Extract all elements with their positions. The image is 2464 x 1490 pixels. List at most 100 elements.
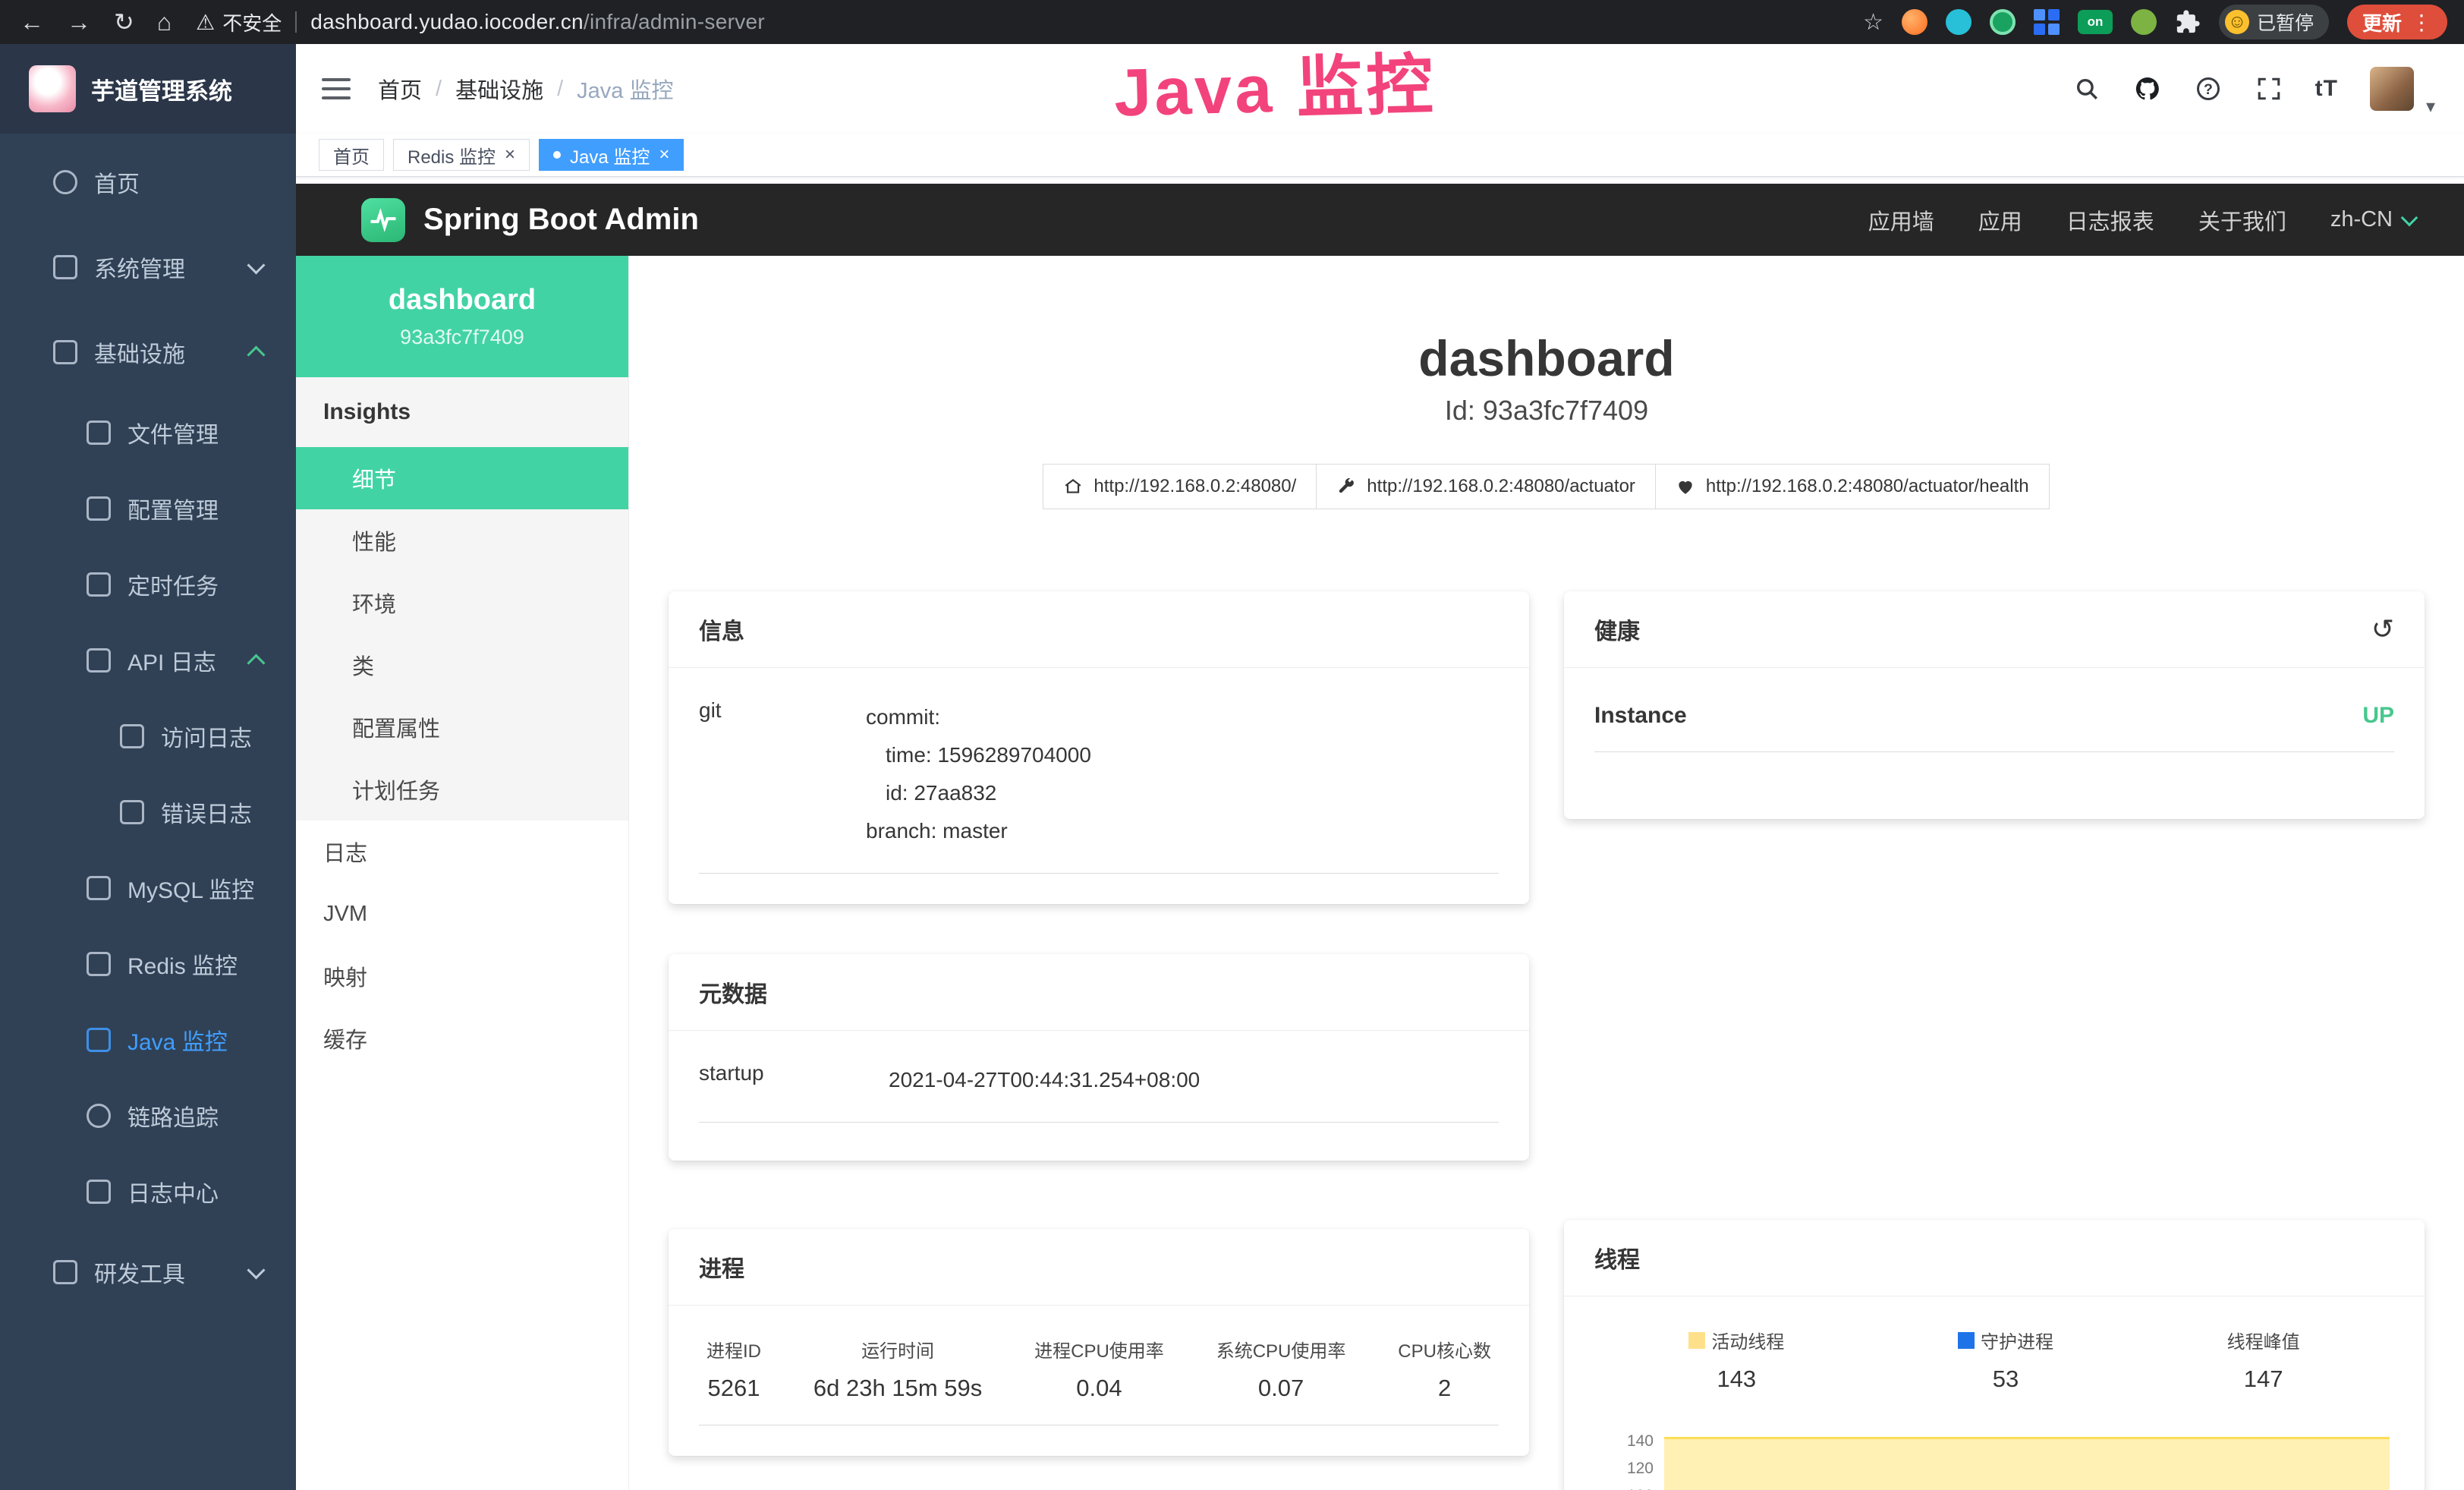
sidebar-item-infrastructure[interactable]: 基础设施	[0, 310, 296, 395]
sidebar-item-system-management[interactable]: 系统管理	[0, 225, 296, 310]
sidebar-item-environment[interactable]: 环境	[296, 572, 628, 634]
sidebar-item-config-props[interactable]: 配置属性	[296, 696, 628, 758]
drop-extension-icon[interactable]	[1946, 9, 1972, 35]
sidebar-item-java-monitor[interactable]: Java 监控	[0, 1002, 296, 1078]
forward-icon[interactable]: →	[67, 8, 91, 36]
sidebar-item-logs[interactable]: 日志	[296, 821, 628, 883]
app-logo: 芋道管理系统	[0, 44, 296, 134]
sidebar-item-label: Redis 监控	[127, 947, 238, 981]
sidebar-item-label: 研发工具	[94, 1255, 185, 1289]
dashboard-icon	[53, 170, 77, 194]
reload-icon[interactable]: ↻	[114, 8, 134, 36]
sba-brand-title: Spring Boot Admin	[423, 203, 699, 237]
sidebar-item-label: 访问日志	[161, 720, 252, 753]
sidebar-item-scheduled[interactable]: 计划任务	[296, 758, 628, 821]
process-stat-process-cpu: 进程CPU使用率 0.04	[1034, 1336, 1164, 1402]
sidebar-item-trace[interactable]: 链路追踪	[0, 1078, 296, 1154]
tab-label: Redis 监控	[408, 142, 496, 169]
extensions-puzzle-icon[interactable]	[2175, 9, 2201, 35]
annotation-java-monitor: Java 监控	[1112, 30, 1437, 135]
sidebar-item-config-management[interactable]: 配置管理	[0, 471, 296, 547]
sidebar-item-classes[interactable]: 类	[296, 634, 628, 696]
instance-id: 93a3fc7f7409	[400, 326, 524, 349]
sidebar-item-caches[interactable]: 缓存	[296, 1007, 628, 1069]
fox-extension-icon[interactable]	[1902, 9, 1927, 35]
sba-language-select[interactable]: zh-CN	[2330, 207, 2415, 232]
health-instance-row[interactable]: Instance UP	[1594, 703, 2394, 752]
mysql-monitor-icon	[87, 876, 111, 900]
tab-home[interactable]: 首页	[319, 139, 384, 171]
health-instance-label: Instance	[1594, 703, 1687, 729]
sba-brand[interactable]: Spring Boot Admin	[361, 198, 699, 242]
actuator-url-link[interactable]: http://192.168.0.2:48080/actuator	[1316, 464, 1656, 509]
instance-header[interactable]: dashboard 93a3fc7f7409	[296, 256, 628, 377]
sidebar-item-mappings[interactable]: 映射	[296, 945, 628, 1007]
warning-icon: ⚠	[196, 10, 215, 35]
home-icon	[1063, 477, 1083, 496]
chevron-down-icon	[247, 256, 265, 274]
java-monitor-icon	[87, 1028, 111, 1052]
breadcrumb-home[interactable]: 首页	[378, 73, 422, 105]
font-size-icon[interactable]: tT	[2315, 76, 2338, 102]
sidebar-item-devtools[interactable]: 研发工具	[0, 1230, 296, 1315]
hamburger-icon[interactable]	[322, 78, 351, 99]
update-label: 更新	[2362, 8, 2402, 36]
health-url-link[interactable]: http://192.168.0.2:48080/actuator/health	[1655, 464, 2050, 509]
info-value: commit: time: 1596289704000 id: 27aa832 …	[866, 698, 1499, 850]
back-icon[interactable]: ←	[20, 8, 44, 36]
breadcrumb: 首页 / 基础设施 / Java 监控	[378, 73, 673, 105]
sidebar-item-mysql-monitor[interactable]: MySQL 监控	[0, 850, 296, 926]
breadcrumb-infrastructure[interactable]: 基础设施	[455, 73, 543, 105]
sidebar-item-api-log[interactable]: API 日志	[0, 622, 296, 698]
security-chip[interactable]: ⚠ 不安全	[196, 8, 282, 36]
profile-paused-badge[interactable]: ☺ 已暂停	[2219, 5, 2329, 39]
page-title: dashboard	[629, 329, 2464, 388]
sidebar-item-scheduled-tasks[interactable]: 定时任务	[0, 547, 296, 622]
sidebar-item-label: 定时任务	[127, 568, 219, 601]
avatar[interactable]	[2370, 67, 2414, 111]
sba-nav-journal[interactable]: 日志报表	[2066, 204, 2154, 236]
wrench-icon	[1336, 477, 1356, 496]
sidebar-item-label: 系统管理	[94, 250, 185, 284]
sidebar-item-error-log[interactable]: 错误日志	[0, 774, 296, 850]
tab-java-monitor[interactable]: Java 监控 ×	[539, 139, 684, 171]
fullscreen-icon[interactable]	[2255, 74, 2283, 103]
tab-redis-monitor[interactable]: Redis 监控 ×	[393, 139, 530, 171]
main-content: dashboard Id: 93a3fc7f7409 http://192.16…	[629, 256, 2464, 1490]
sba-nav-applications[interactable]: 应用	[1978, 204, 2022, 236]
sidebar-item-label: 基础设施	[94, 335, 185, 369]
sidebar-item-access-log[interactable]: 访问日志	[0, 698, 296, 774]
sidebar-item-file-management[interactable]: 文件管理	[0, 395, 296, 471]
home-nav-icon[interactable]: ⌂	[157, 8, 172, 36]
help-icon[interactable]: ?	[2194, 74, 2223, 103]
health-card-title: 健康	[1594, 613, 1640, 646]
history-icon[interactable]: ↺	[2371, 616, 2394, 643]
more-menu-icon[interactable]: ⋮	[2411, 10, 2432, 35]
green-circle-extension-icon[interactable]	[1990, 9, 2016, 35]
sidebar-item-home[interactable]: 首页	[0, 140, 296, 225]
sidebar-item-details[interactable]: 细节	[296, 447, 628, 509]
info-key: git	[699, 698, 866, 850]
sidebar-item-redis-monitor[interactable]: Redis 监控	[0, 926, 296, 1002]
chrome-update-button[interactable]: 更新 ⋮	[2347, 5, 2447, 39]
gear-icon	[53, 255, 77, 279]
grid-extension-icon[interactable]	[2034, 9, 2060, 35]
sidebar-item-log-center[interactable]: 日志中心	[0, 1154, 296, 1230]
insights-group-title: Insights	[296, 377, 628, 447]
switch-on-extension-icon[interactable]: on	[2078, 10, 2113, 34]
github-icon[interactable]	[2133, 74, 2162, 103]
bookmark-star-icon[interactable]: ☆	[1863, 9, 1883, 36]
sba-nav-about[interactable]: 关于我们	[2198, 204, 2286, 236]
process-stat-system-cpu: 系统CPU使用率 0.07	[1216, 1336, 1346, 1402]
sidebar-item-metrics[interactable]: 性能	[296, 509, 628, 572]
sba-logo-icon	[361, 198, 405, 242]
service-url-link[interactable]: http://192.168.0.2:48080/	[1043, 464, 1317, 509]
close-icon[interactable]: ×	[659, 146, 669, 164]
close-icon[interactable]: ×	[505, 146, 515, 164]
chevron-up-icon	[247, 345, 265, 364]
search-icon[interactable]	[2072, 74, 2101, 103]
sidebar-item-jvm[interactable]: JVM	[296, 883, 628, 945]
address-bar[interactable]: dashboard.yudao.iocoder.cn/infra/admin-s…	[310, 10, 765, 34]
sba-nav-wallboard[interactable]: 应用墙	[1868, 204, 1934, 236]
leaf-extension-icon[interactable]	[2131, 9, 2157, 35]
